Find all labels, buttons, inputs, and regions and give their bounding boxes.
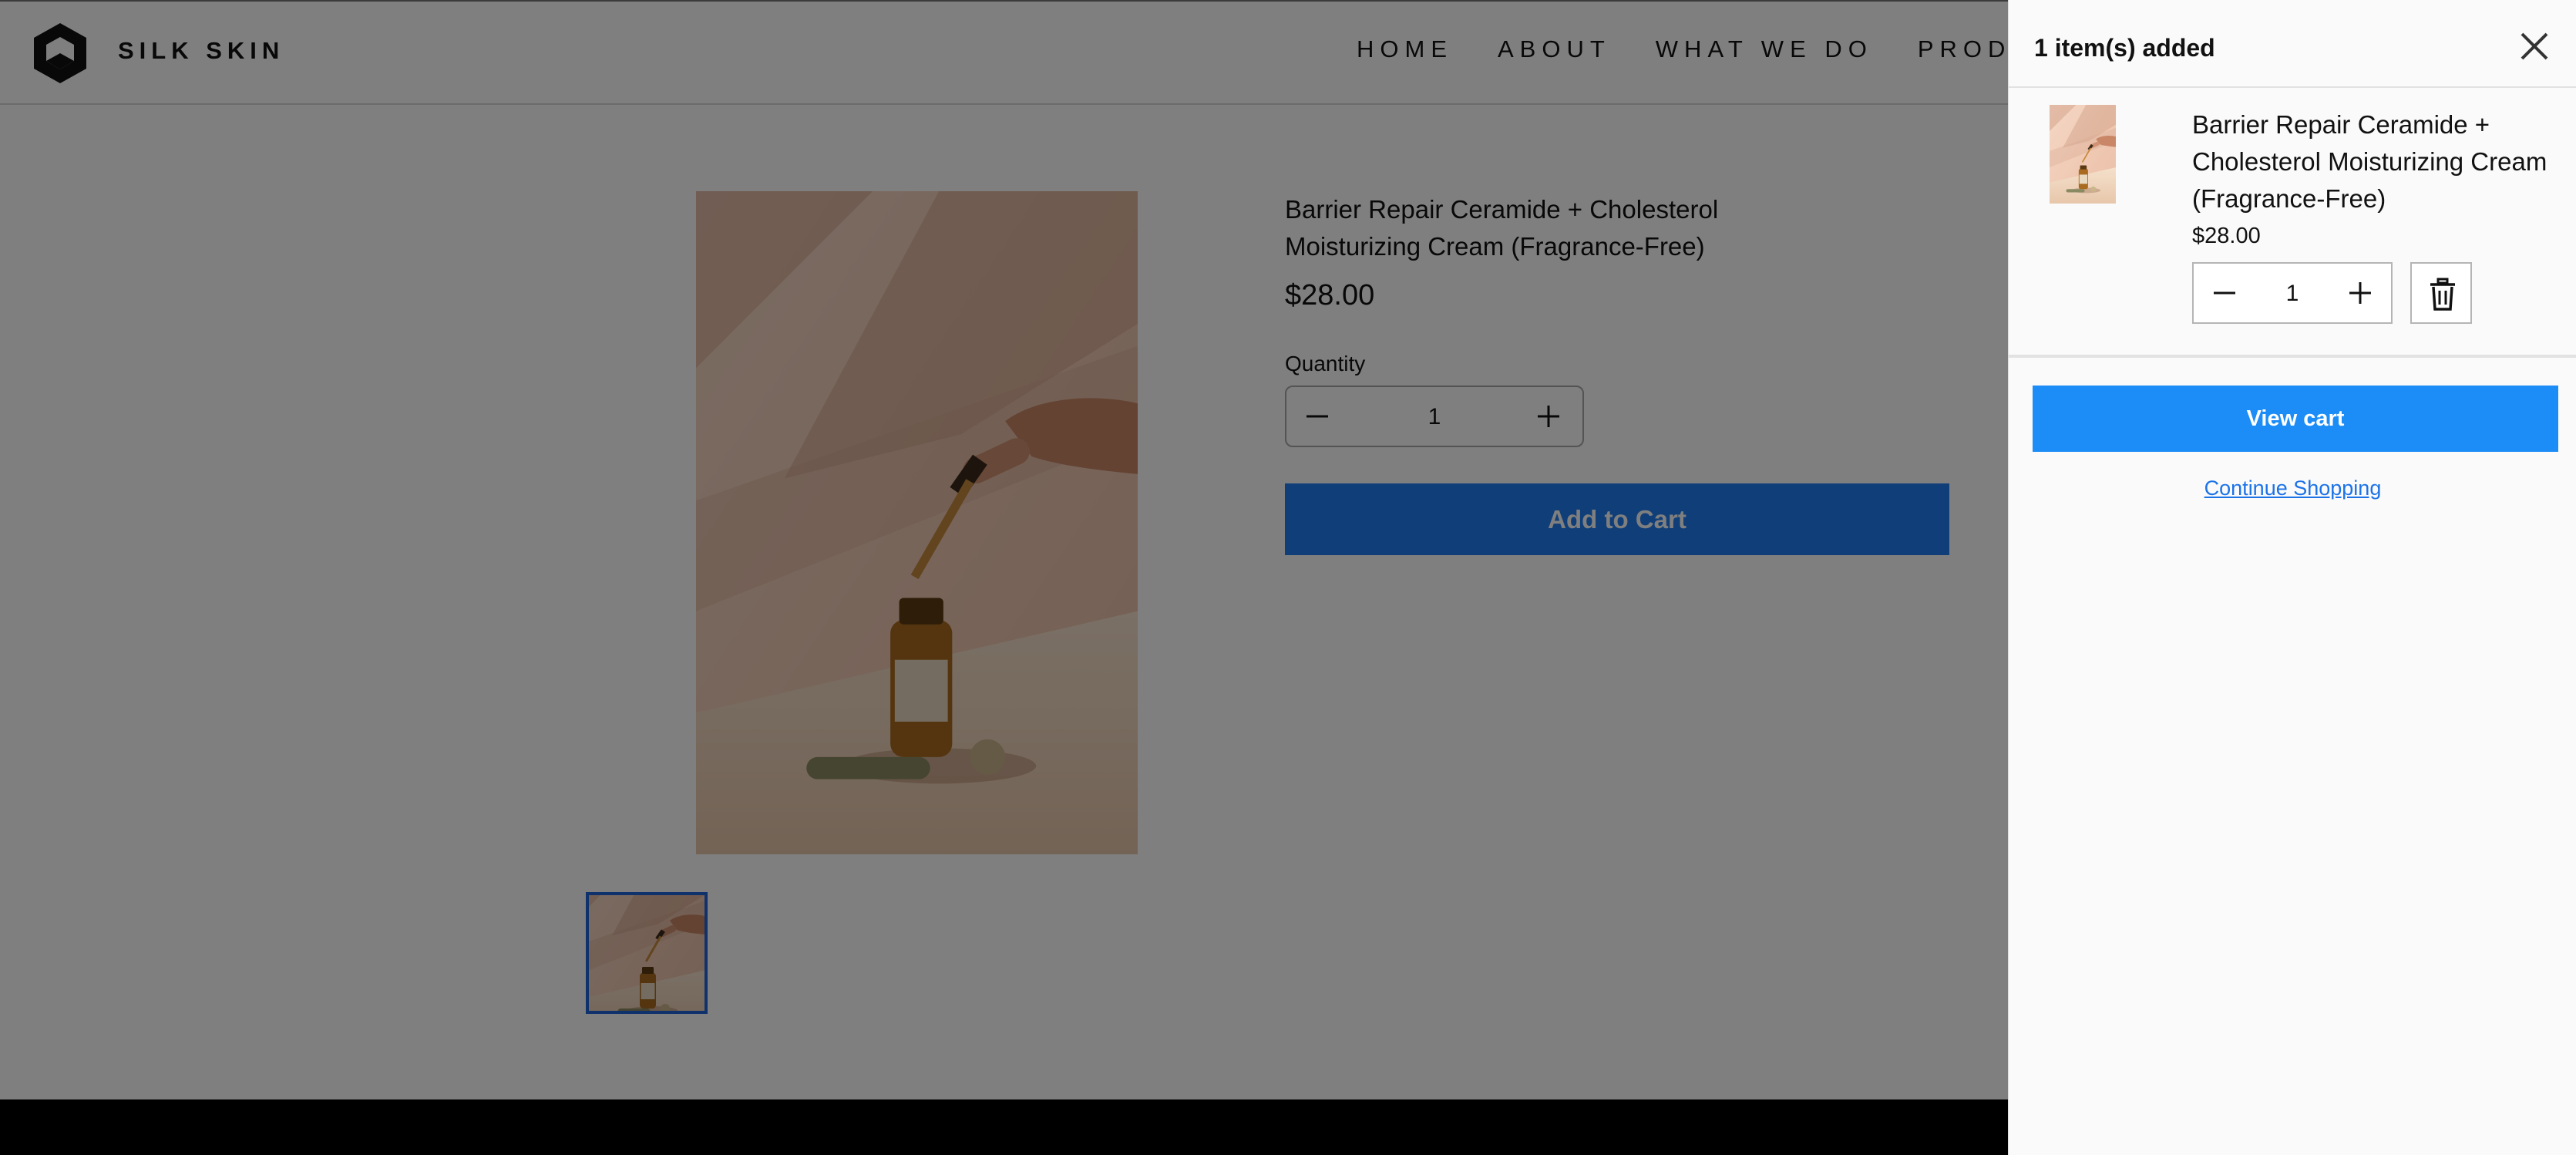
- view-cart-button[interactable]: View cart: [2033, 386, 2558, 452]
- cart-item-image[interactable]: [2050, 105, 2116, 204]
- cart-item-quantity-stepper: 1: [2192, 262, 2393, 324]
- cart-item-price: $28.00: [2192, 224, 2261, 248]
- cart-item: Barrier Repair Ceramide + Cholesterol Mo…: [2009, 88, 2576, 358]
- trash-icon: [2430, 278, 2455, 311]
- cart-drawer-header: 1 item(s) added: [2009, 0, 2576, 88]
- cart-drawer-title: 1 item(s) added: [2034, 34, 2215, 62]
- modal-overlay[interactable]: [0, 0, 2008, 1155]
- cart-item-title: Barrier Repair Ceramide + Cholesterol Mo…: [2192, 110, 2547, 213]
- cart-drawer: 1 item(s) added Barrier Repair Ceramide …: [2008, 0, 2576, 1155]
- close-icon[interactable]: [2517, 29, 2551, 63]
- continue-shopping-link[interactable]: Continue Shopping: [2009, 476, 2576, 500]
- plus-icon[interactable]: [2345, 278, 2376, 308]
- remove-item-button[interactable]: [2410, 262, 2472, 324]
